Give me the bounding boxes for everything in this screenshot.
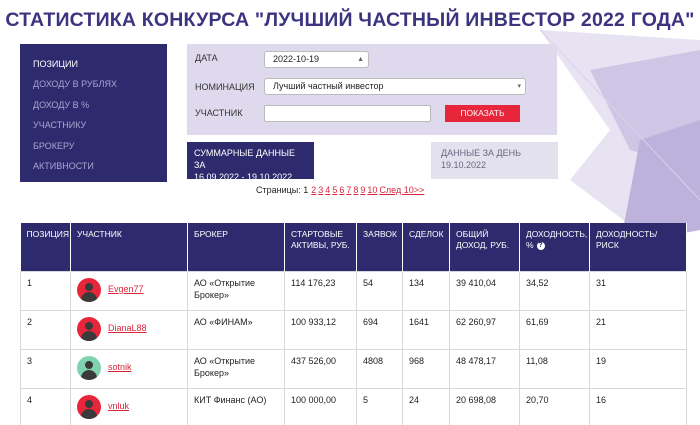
- participant-link[interactable]: sotnik: [108, 361, 132, 373]
- cell-participant: sotnik: [70, 348, 188, 389]
- header-deals[interactable]: Сделок: [402, 223, 450, 271]
- header-yield-risk[interactable]: Доходность/ риск: [589, 223, 687, 271]
- pager-label: Страницы: 1: [256, 185, 309, 195]
- table-header-row: Позиция Участник Брокер Стартовые активы…: [20, 223, 687, 271]
- date-value: 2022-10-19: [273, 54, 320, 64]
- header-orders[interactable]: Заявок: [356, 223, 403, 271]
- page-link-10[interactable]: 10: [367, 185, 377, 195]
- date-select[interactable]: 2022-10-19 ▲: [264, 51, 369, 68]
- cell-start-assets: 100 000,00: [284, 387, 357, 425]
- cell-yield: 61,69: [519, 309, 590, 350]
- cell-yield-risk: 31: [589, 270, 687, 311]
- results-table: Позиция Участник Брокер Стартовые активы…: [20, 223, 687, 425]
- cell-position: 4: [20, 387, 71, 425]
- sidebar-item-broker[interactable]: брокеру: [20, 136, 167, 156]
- cell-total-income: 48 478,17: [449, 348, 520, 389]
- user-avatar-icon[interactable]: [77, 277, 101, 302]
- cell-deals: 134: [402, 270, 450, 311]
- cell-yield-risk: 16: [589, 387, 687, 425]
- header-total-income[interactable]: Общий доход, руб.: [449, 223, 520, 271]
- cell-deals: 1641: [402, 309, 450, 350]
- page-link-next[interactable]: След 10>>: [379, 185, 424, 195]
- cell-position: 1: [20, 270, 71, 311]
- page-link-3[interactable]: 3: [318, 185, 323, 195]
- summary-label: суммарные данные за: [194, 148, 295, 170]
- cell-participant: DianaL88: [70, 309, 188, 350]
- cell-participant: vnluk: [70, 387, 188, 425]
- cell-yield: 11,08: [519, 348, 590, 389]
- help-icon[interactable]: ?: [536, 241, 545, 250]
- page-link-4[interactable]: 4: [325, 185, 330, 195]
- day-data-date: 19.10.2022: [441, 160, 487, 170]
- participant-link[interactable]: Evgen77: [108, 283, 144, 295]
- cell-deals: 968: [402, 348, 450, 389]
- cell-broker: КИТ Финанс (АО): [187, 387, 285, 425]
- cell-orders: 5: [356, 387, 403, 425]
- participant-label: участник: [195, 108, 243, 118]
- cell-start-assets: 437 526,00: [284, 348, 357, 389]
- sidebar-item-activity[interactable]: активности: [20, 156, 167, 176]
- cell-orders: 4808: [356, 348, 403, 389]
- cell-position: 2: [20, 309, 71, 350]
- user-avatar-icon[interactable]: [77, 316, 101, 341]
- participant-link[interactable]: DianaL88: [108, 322, 147, 334]
- header-broker[interactable]: Брокер: [187, 223, 285, 271]
- cell-orders: 694: [356, 309, 403, 350]
- header-participant[interactable]: Участник: [70, 223, 188, 271]
- cell-broker: АО «ФИНАМ»: [187, 309, 285, 350]
- cell-deals: 24: [402, 387, 450, 425]
- sidebar-item-income-percent[interactable]: доходу в %: [20, 95, 167, 115]
- cell-yield-risk: 19: [589, 348, 687, 389]
- cell-yield: 34,52: [519, 270, 590, 311]
- cell-total-income: 39 410,04: [449, 270, 520, 311]
- summary-period: 16.09.2022 - 19.10.2022: [194, 172, 293, 182]
- filter-panel: дата 2022-10-19 ▲ номинация Лучший частн…: [187, 44, 557, 135]
- date-label: дата: [195, 53, 218, 63]
- chevron-updown-icon: ▲: [357, 56, 364, 63]
- cell-total-income: 62 260,97: [449, 309, 520, 350]
- page-link-7[interactable]: 7: [346, 185, 351, 195]
- day-data-label: данные за день: [441, 148, 522, 158]
- sidebar-item-position[interactable]: позиции: [20, 54, 167, 74]
- header-yield[interactable]: Доходность, %?: [519, 223, 590, 271]
- table-row: 1 Evgen77 АО «Открытие Брокер» 114 176,2…: [20, 270, 687, 311]
- header-position[interactable]: Позиция: [20, 223, 71, 271]
- nomination-select[interactable]: Лучший частный инвестор ▾: [264, 78, 526, 95]
- page-link-2[interactable]: 2: [311, 185, 316, 195]
- cell-participant: Evgen77: [70, 270, 188, 311]
- cell-total-income: 20 698,08: [449, 387, 520, 425]
- cell-broker: АО «Открытие Брокер»: [187, 348, 285, 389]
- page-title: СТАТИСТИКА КОНКУРСА "ЛУЧШИЙ ЧАСТНЫЙ ИНВЕ…: [5, 9, 695, 31]
- table-row: 2 DianaL88 АО «ФИНАМ» 100 933,12 694 164…: [20, 309, 687, 350]
- user-avatar-icon[interactable]: [77, 355, 101, 380]
- cell-position: 3: [20, 348, 71, 389]
- header-start-assets[interactable]: Стартовые активы, руб.: [284, 223, 357, 271]
- page-link-6[interactable]: 6: [339, 185, 344, 195]
- page-link-9[interactable]: 9: [360, 185, 365, 195]
- table-row: 3 sotnik АО «Открытие Брокер» 437 526,00…: [20, 348, 687, 389]
- cell-broker: АО «Открытие Брокер»: [187, 270, 285, 311]
- cell-start-assets: 114 176,23: [284, 270, 357, 311]
- cell-orders: 54: [356, 270, 403, 311]
- page-link-5[interactable]: 5: [332, 185, 337, 195]
- day-data-tab[interactable]: данные за день 19.10.2022: [431, 142, 558, 179]
- table-row: 4 vnluk КИТ Финанс (АО) 100 000,00 5 24 …: [20, 387, 687, 425]
- sidebar-menu: позиции доходу в рублях доходу в % участ…: [20, 44, 167, 182]
- cell-yield: 20,70: [519, 387, 590, 425]
- pagination: Страницы: 1 2 3 4 5 6 7 8 9 10 След 10>>: [256, 185, 424, 195]
- cell-start-assets: 100 933,12: [284, 309, 357, 350]
- cell-yield-risk: 21: [589, 309, 687, 350]
- nomination-value: Лучший частный инвестор: [273, 81, 384, 91]
- sidebar-item-income-rub[interactable]: доходу в рублях: [20, 74, 167, 94]
- show-button[interactable]: показать: [445, 105, 520, 122]
- participant-input[interactable]: [264, 105, 431, 122]
- page-link-8[interactable]: 8: [353, 185, 358, 195]
- nomination-label: номинация: [195, 82, 255, 92]
- summary-data-tab[interactable]: суммарные данные за 16.09.2022 - 19.10.2…: [187, 142, 314, 182]
- chevron-updown-icon: ▾: [517, 83, 521, 90]
- user-avatar-icon[interactable]: [77, 394, 101, 419]
- participant-link[interactable]: vnluk: [108, 400, 129, 412]
- header-yield-label: Доходность, %: [526, 229, 588, 250]
- sidebar-item-participant[interactable]: участнику: [20, 115, 167, 135]
